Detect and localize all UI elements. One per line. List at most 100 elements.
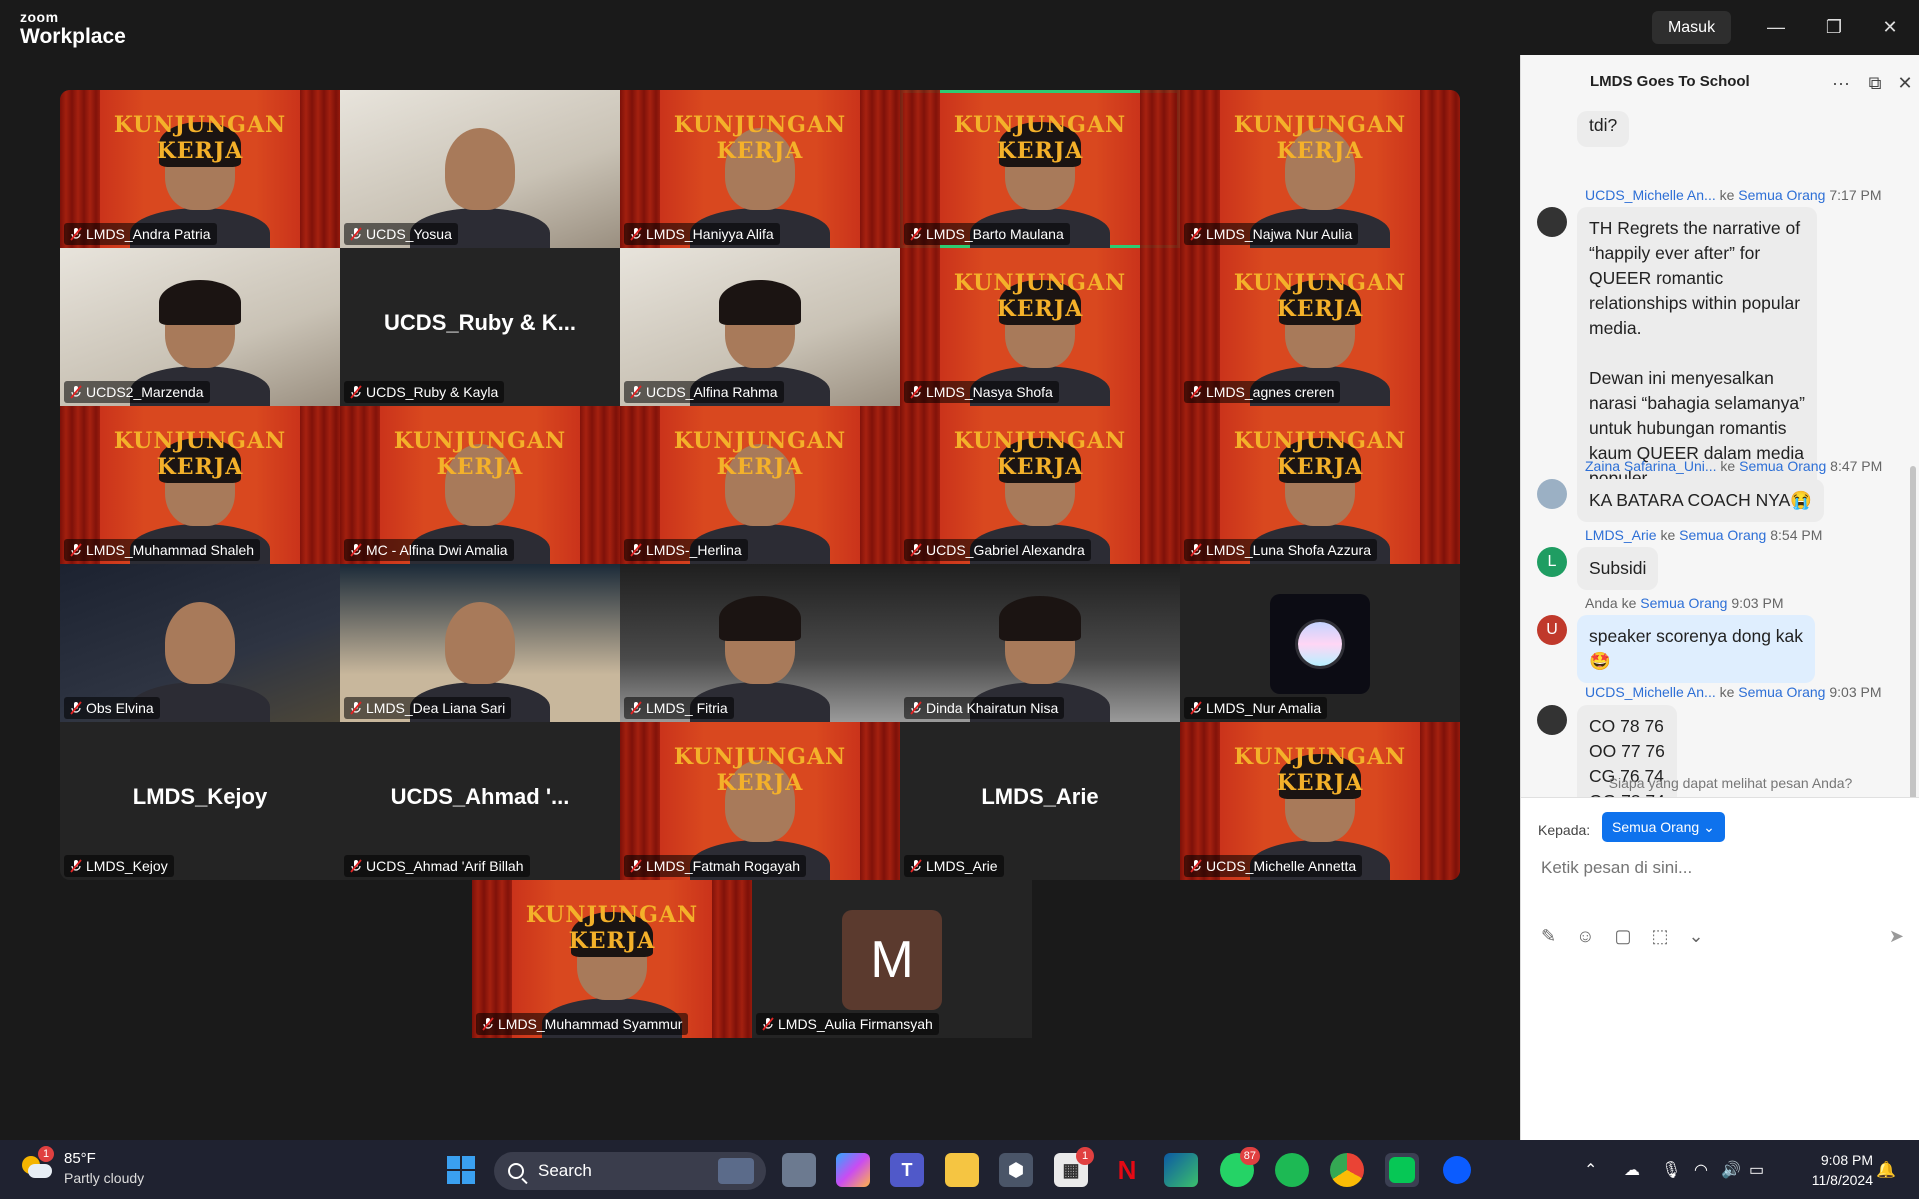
time: 9:08 PM	[1820, 1152, 1873, 1168]
more-options-icon[interactable]: ···	[1829, 71, 1853, 95]
battery-icon[interactable]: ▭	[1749, 1160, 1764, 1180]
sender-name[interactable]: Zaina Safarina_Uni...	[1585, 458, 1717, 474]
participant-name-tag: LMDS_Nur Amalia	[1184, 697, 1328, 719]
participant-tile[interactable]: KUNJUNGAN KERJA LMDS_Luna Shofa Azzura	[1180, 406, 1460, 564]
participant-name: LMDS_Haniyya Alifa	[646, 226, 774, 242]
participant-tile[interactable]: KUNJUNGAN KERJA LMDS_agnes creren	[1180, 248, 1460, 406]
avatar[interactable]	[1537, 479, 1567, 509]
sender-name[interactable]: LMDS_Arie	[1585, 527, 1657, 543]
participant-tile[interactable]: UCDS_Yosua	[340, 90, 620, 248]
avatar[interactable]: U	[1537, 615, 1567, 645]
participant-tile[interactable]: KUNJUNGAN KERJA LMDS_Nasya Shofa	[900, 248, 1180, 406]
volume-icon[interactable]: 🔊	[1721, 1160, 1741, 1180]
participant-tile[interactable]: LMDS_Nur Amalia	[1180, 564, 1460, 722]
file-explorer-icon[interactable]	[945, 1153, 979, 1187]
recipient-select[interactable]: Semua Orang ⌄	[1602, 812, 1725, 842]
message-time: 9:03 PM	[1731, 595, 1784, 611]
chat-title: LMDS Goes To School	[1590, 73, 1750, 90]
message-bubble: TH Regrets the narrative of “happily eve…	[1577, 207, 1817, 500]
participant-tile[interactable]: UCDS_Ruby & K... UCDS_Ruby & Kayla	[340, 248, 620, 406]
participant-tile[interactable]: KUNJUNGAN KERJA LMDS_Andra Patria	[60, 90, 340, 248]
participant-tile[interactable]: KUNJUNGAN KERJA MC - Alfina Dwi Amalia	[340, 406, 620, 564]
whatsapp-icon[interactable]: 87	[1220, 1147, 1260, 1187]
background-banner-text: KUNJUNGAN KERJA	[953, 270, 1127, 322]
netflix-icon[interactable]: N	[1110, 1153, 1144, 1187]
emoji-icon[interactable]: ☺	[1576, 926, 1594, 947]
task-view-icon[interactable]	[782, 1153, 816, 1187]
recipient[interactable]: Semua Orang	[1679, 527, 1766, 543]
participant-tile[interactable]: LMDS_ Fitria	[620, 564, 900, 722]
onedrive-icon[interactable]: ☁	[1624, 1160, 1640, 1180]
taskbar-search[interactable]: Search	[494, 1152, 766, 1190]
participant-tile[interactable]: Dinda Khairatun Nisa	[900, 564, 1180, 722]
recipient[interactable]: Semua Orang	[1739, 458, 1826, 474]
close-icon[interactable]: ✕	[1874, 12, 1906, 42]
recipient[interactable]: Semua Orang	[1640, 595, 1727, 611]
clock[interactable]: 9:08 PM 11/8/2024	[1793, 1150, 1873, 1190]
recipient[interactable]: Semua Orang	[1738, 187, 1825, 203]
recipient[interactable]: Semua Orang	[1738, 684, 1825, 700]
restore-icon[interactable]: ❐	[1818, 12, 1850, 42]
participant-tile[interactable]: KUNJUNGAN KERJA LMDS_Haniyya Alifa	[620, 90, 900, 248]
participant-tile[interactable]: KUNJUNGAN KERJA UCDS_Gabriel Alexandra	[900, 406, 1180, 564]
chevron-up-icon[interactable]: ⌃	[1584, 1160, 1597, 1180]
spotify-icon[interactable]	[1275, 1153, 1309, 1187]
participant-tile[interactable]: KUNJUNGAN KERJA LMDS_Najwa Nur Aulia	[1180, 90, 1460, 248]
participant-tile[interactable]: UCDS_Ahmad '... UCDS_Ahmad 'Arif Billah	[340, 722, 620, 880]
sender-name[interactable]: UCDS_Michelle An...	[1585, 187, 1716, 203]
participant-name: LMDS_Luna Shofa Azzura	[1206, 542, 1371, 558]
participant-name-tag: Dinda Khairatun Nisa	[904, 697, 1065, 719]
avatar[interactable]: L	[1537, 547, 1567, 577]
line-icon[interactable]	[1385, 1153, 1419, 1187]
participant-tile[interactable]: KUNJUNGAN KERJA LMDS_Muhammad Shaleh	[60, 406, 340, 564]
participant-name: UCDS_Michelle Annetta	[1206, 858, 1357, 874]
participant-tile[interactable]: KUNJUNGAN KERJA LMDS_Muhammad Syammur	[472, 880, 752, 1038]
participant-tile[interactable]: M LMDS_Aulia Firmansyah	[752, 880, 1032, 1038]
participant-tile[interactable]: LMDS_Arie LMDS_Arie	[900, 722, 1180, 880]
edge-icon[interactable]	[1164, 1153, 1198, 1187]
wifi-icon[interactable]: ◠	[1694, 1160, 1708, 1180]
participant-tile[interactable]: UCDS_Alfina Rahma	[620, 248, 900, 406]
send-icon[interactable]: ➤	[1889, 926, 1904, 947]
participant-tile[interactable]: KUNJUNGAN KERJA LMDS_Fatmah Rogayah	[620, 722, 900, 880]
copilot-icon[interactable]	[836, 1153, 870, 1187]
participant-tile[interactable]: KUNJUNGAN KERJA UCDS_Michelle Annetta	[1180, 722, 1460, 880]
microphone-icon[interactable]: 🎙	[1661, 1160, 1681, 1180]
weather-desc: Partly cloudy	[64, 1170, 145, 1186]
message-time: 9:03 PM	[1829, 684, 1882, 700]
message-input[interactable]	[1541, 858, 1901, 878]
windows-start-icon[interactable]	[447, 1156, 475, 1184]
participant-name-tag: LMDS_Arie	[904, 855, 1004, 877]
participant-name: LMDS_Barto Maulana	[926, 226, 1064, 242]
participant-tile[interactable]: UCDS2_Marzenda	[60, 248, 340, 406]
app-icon[interactable]: ⬢	[999, 1153, 1033, 1187]
participant-display-name: LMDS_Arie	[981, 784, 1099, 809]
zoom-logo: zoom Workplace	[20, 10, 126, 47]
participant-tile[interactable]: KUNJUNGAN KERJA LMDS-_Herlina	[620, 406, 900, 564]
participant-tile[interactable]: KUNJUNGAN KERJA LMDS_Barto Maulana	[900, 90, 1180, 248]
participant-name: UCDS_Ruby & Kayla	[366, 384, 499, 400]
message-time: 8:47 PM	[1830, 458, 1883, 474]
visibility-note[interactable]: Siapa yang dapat melihat pesan Anda?	[1521, 775, 1919, 791]
avatar[interactable]	[1537, 207, 1567, 237]
sender-name[interactable]: UCDS_Michelle An...	[1585, 684, 1716, 700]
notification-bell-icon[interactable]: 🔔	[1876, 1153, 1896, 1187]
zoom-taskbar-icon[interactable]	[1440, 1153, 1474, 1187]
signin-button[interactable]: Masuk	[1652, 11, 1731, 44]
popout-icon[interactable]: ⧉	[1863, 71, 1887, 95]
chat-scrollbar[interactable]	[1910, 466, 1916, 826]
participant-tile[interactable]: LMDS_Kejoy LMDS_Kejoy	[60, 722, 340, 880]
avatar[interactable]	[1537, 705, 1567, 735]
format-icon[interactable]: ✎	[1541, 926, 1556, 947]
chrome-icon[interactable]	[1330, 1153, 1364, 1187]
screenshot-icon[interactable]: ⬚	[1652, 926, 1669, 947]
chevron-down-icon[interactable]: ⌄	[1689, 926, 1704, 947]
file-icon[interactable]: ▢	[1614, 926, 1631, 947]
teams-icon[interactable]: T	[890, 1153, 924, 1187]
message-meta: Zaina Safarina_Uni... ke Semua Orang 8:4…	[1585, 458, 1883, 474]
store-icon[interactable]: ▦ 1	[1054, 1147, 1094, 1187]
minimize-icon[interactable]: —	[1760, 12, 1792, 42]
participant-tile[interactable]: Obs Elvina	[60, 564, 340, 722]
chat-close-icon[interactable]: ✕	[1893, 71, 1917, 95]
participant-tile[interactable]: LMDS_Dea Liana Sari	[340, 564, 620, 722]
